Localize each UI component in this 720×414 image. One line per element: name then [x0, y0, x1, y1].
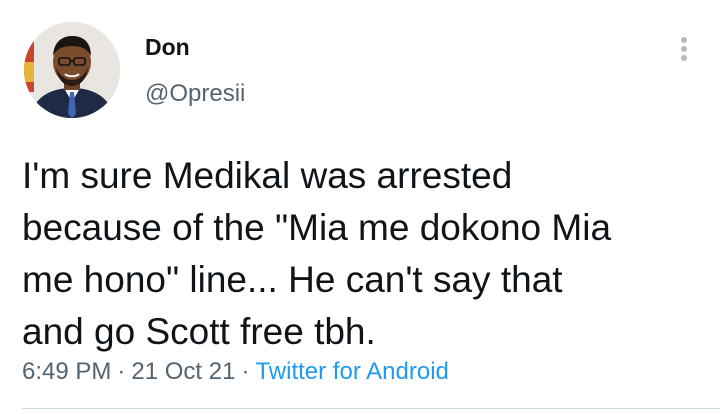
tweet-time[interactable]: 6:49 PM — [22, 358, 111, 385]
meta-separator: · — [117, 358, 126, 385]
tweet-date[interactable]: 21 Oct 21 — [131, 358, 235, 385]
divider — [22, 408, 720, 409]
more-vertical-icon — [681, 37, 687, 61]
avatar-photo — [24, 22, 120, 118]
tweet-text: I'm sure Medikal was arrested because of… — [22, 155, 612, 352]
more-options-button[interactable] — [666, 30, 702, 70]
tweet-source-link[interactable]: Twitter for Android — [255, 358, 448, 385]
author-handle[interactable]: @Opresii — [145, 80, 245, 108]
tweet-metadata: 6:49 PM · 21 Oct 21 · Twitter for Android — [22, 357, 449, 387]
meta-separator: · — [241, 358, 250, 385]
author-avatar[interactable] — [24, 22, 120, 118]
author-display-name[interactable]: Don — [145, 33, 190, 61]
tweet-card: Don @Opresii I'm sure Medikal was arrest… — [0, 0, 720, 414]
